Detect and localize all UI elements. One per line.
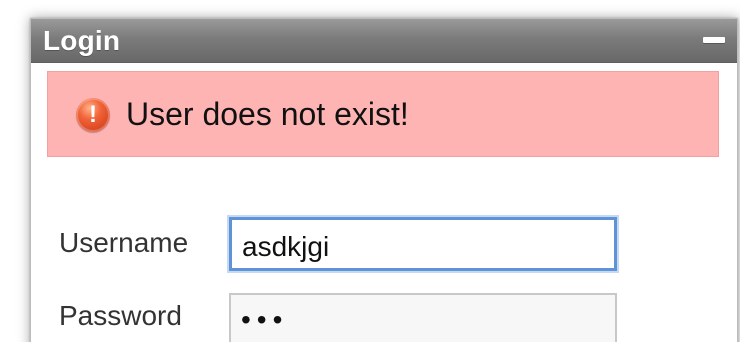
titlebar: Login (31, 19, 737, 63)
minimize-button[interactable] (703, 33, 725, 47)
login-panel: Login ! User does not exist! Username as… (30, 18, 738, 342)
screenshot-stage: Login ! User does not exist! Username as… (0, 0, 740, 342)
username-input[interactable]: asdkjgi (229, 217, 617, 271)
password-row: Password ••• (31, 277, 737, 342)
password-input[interactable]: ••• (229, 293, 617, 342)
password-value: ••• (241, 304, 289, 335)
password-label: Password (59, 300, 182, 331)
error-alert: ! User does not exist! (47, 71, 719, 157)
error-message: User does not exist! (126, 96, 409, 132)
minimize-icon (703, 37, 725, 43)
username-label: Username (59, 227, 189, 258)
window-title: Login (43, 25, 121, 56)
username-row: Username asdkjgi (31, 207, 737, 277)
error-icon: ! (76, 98, 110, 132)
username-value: asdkjgi (242, 231, 330, 262)
